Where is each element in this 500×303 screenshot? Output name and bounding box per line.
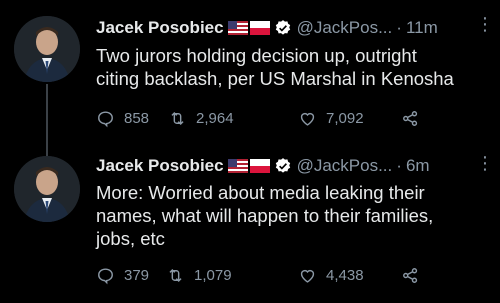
tweet-header: Jacek Posobiec @JackPos... · 6m (96, 154, 430, 178)
tweet-header: Jacek Posobiec @JackPos... · 11m (96, 16, 438, 40)
verified-badge-icon (275, 158, 290, 173)
like-count: 7,092 (326, 109, 364, 127)
like-icon (300, 112, 315, 126)
more-icon[interactable]: ⋮ (476, 14, 494, 35)
avatar[interactable] (14, 16, 80, 82)
avatar[interactable] (14, 156, 80, 222)
timestamp[interactable]: 6m (406, 156, 430, 176)
tweet-text: More: Worried about media leaking their … (96, 181, 492, 250)
retweet-count: 2,964 (196, 109, 234, 127)
share-button[interactable] (401, 266, 429, 285)
like-count: 4,438 (326, 266, 364, 284)
us-flag-icon (227, 21, 248, 35)
share-button[interactable] (401, 109, 429, 128)
thread-connector-line (46, 84, 48, 158)
tweet-text-line: Two jurors holding decision up, outright (96, 45, 417, 66)
like-button[interactable]: 4,438 (298, 266, 364, 285)
reply-icon (98, 267, 113, 284)
poland-flag-icon (249, 159, 270, 173)
us-flag-icon (227, 159, 248, 173)
timestamp[interactable]: 11m (406, 18, 438, 38)
tweet[interactable]: Jacek Posobiec @JackPos... · 11m ⋮ Two j… (0, 0, 500, 158)
separator-dot: · (396, 156, 402, 175)
tweet-text-line: More: Worried about media leaking their (96, 182, 425, 203)
reply-button[interactable]: 379 (96, 266, 149, 285)
retweet-count: 1,079 (194, 266, 232, 284)
author-handle[interactable]: @JackPos... (297, 18, 393, 38)
retweet-button[interactable]: 2,964 (168, 109, 234, 128)
reply-button[interactable]: 858 (96, 109, 149, 128)
author-name[interactable]: Jacek Posobiec (96, 156, 224, 176)
like-icon (300, 269, 315, 283)
tweet-text-line: jobs, etc (96, 228, 165, 249)
share-icon (403, 110, 418, 126)
tweet-text-line: citing backlash, per US Marshal in Kenos… (96, 68, 454, 89)
like-button[interactable]: 7,092 (298, 109, 364, 128)
retweet-icon (171, 111, 184, 125)
tweet-text-line: names, what will happen to their familie… (96, 205, 434, 226)
tweet-text: Two jurors holding decision up, outright… (96, 44, 492, 90)
verified-badge-icon (275, 20, 290, 35)
separator-dot: · (396, 18, 402, 37)
reply-count: 379 (124, 266, 150, 284)
retweet-button[interactable]: 1,079 (166, 266, 232, 285)
retweet-icon (169, 268, 182, 282)
reply-count: 858 (124, 109, 150, 127)
author-handle[interactable]: @JackPos... (297, 156, 393, 176)
reply-icon (98, 110, 113, 127)
share-icon (403, 267, 418, 283)
more-icon[interactable]: ⋮ (476, 153, 494, 174)
tweet[interactable]: Jacek Posobiec @JackPos... · 6m ⋮ More: … (0, 150, 500, 303)
author-name[interactable]: Jacek Posobiec (96, 18, 224, 38)
poland-flag-icon (249, 21, 270, 35)
